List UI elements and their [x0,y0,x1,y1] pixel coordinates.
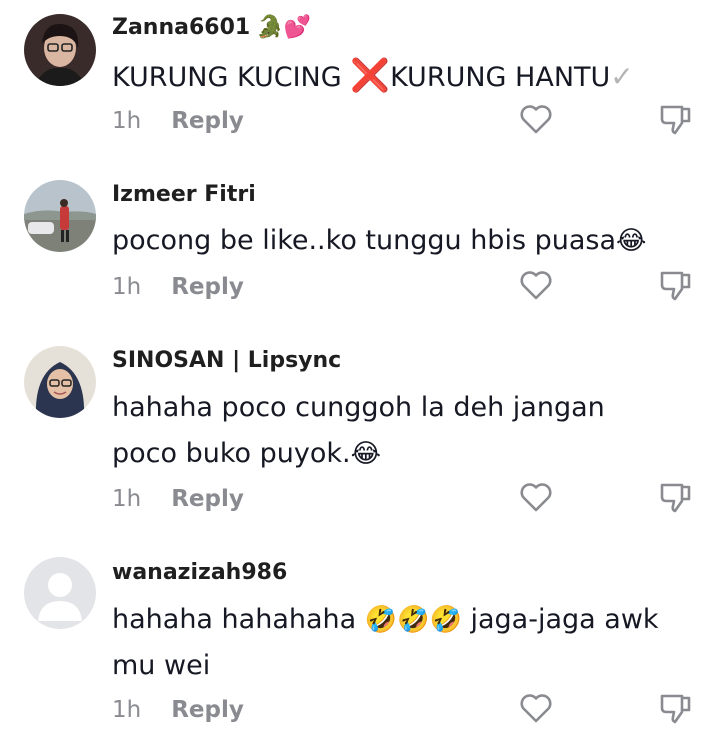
comment-meta: 1h Reply [112,274,244,300]
username-emoji: 🐊💕 [256,15,311,40]
heart-icon[interactable] [518,690,554,726]
comment-text-line: hahaha poco cunggoh la deh jangan [112,392,605,423]
username[interactable]: Izmeer Fitri [112,182,256,207]
avatar[interactable] [24,14,96,86]
username-text[interactable]: Zanna6601 [112,15,250,40]
comment-meta: 1h Reply [112,108,244,134]
hijab-woman-avatar-image [24,346,96,418]
default-avatar-image [24,557,96,629]
comment-text-part: KURUNG HANTU [390,62,611,93]
reply-button[interactable]: Reply [171,486,244,512]
comment-text-part: pocong be like..ko tunggu hbis puasa [112,225,617,256]
username-text[interactable]: SINOSAN | Lipsync [112,348,341,373]
username[interactable]: SINOSAN | Lipsync [112,348,341,373]
check-mark-emoji: ✓ [610,60,634,93]
laughing-tears-emoji: 😂 [616,226,647,256]
thumbs-down-icon[interactable] [658,267,694,303]
timestamp: 1h [112,697,142,723]
comment-meta: 1h Reply [112,486,244,512]
reply-button[interactable]: Reply [171,697,244,723]
heart-icon[interactable] [518,101,554,137]
comment-text-line: hahaha hahahaha 🤣🤣🤣 jaga-jaga awk [112,597,702,643]
timestamp: 1h [112,274,142,300]
reply-button[interactable]: Reply [171,274,244,300]
heart-icon[interactable] [518,267,554,303]
comment-text: hahaha hahahaha 🤣🤣🤣 jaga-jaga awk mu wei [112,597,702,689]
thumbs-down-icon[interactable] [658,690,694,726]
comment-text-line: poco buko puyok.😂 [112,431,702,477]
username[interactable]: Zanna6601 🐊💕 [112,15,311,40]
thumbs-down-icon[interactable] [658,479,694,515]
rolling-laughing-emoji: 🤣🤣🤣 [364,605,462,635]
comment-meta: 1h Reply [112,697,244,723]
comment-text: pocong be like..ko tunggu hbis puasa😂 [112,218,702,264]
avatar[interactable] [24,557,96,629]
outdoor-person-avatar-image [24,180,96,252]
comment-text-part: jaga-jaga awk [461,604,659,635]
cross-mark-emoji: ❌ [350,56,391,94]
comment-text-line: mu wei [112,650,211,681]
avatar[interactable] [24,180,96,252]
comment-text-part: poco buko puyok. [112,438,351,469]
laughing-tears-emoji: 😂 [350,439,381,469]
comment-text-part: hahaha hahahaha [112,604,365,635]
username[interactable]: wanazizah986 [112,560,287,585]
timestamp: 1h [112,108,142,134]
username-text[interactable]: wanazizah986 [112,560,287,585]
comment-text: hahaha poco cunggoh la deh jangan poco b… [112,385,702,477]
heart-icon[interactable] [518,479,554,515]
thumbs-down-icon[interactable] [658,101,694,137]
username-text[interactable]: Izmeer Fitri [112,182,256,207]
comment-text: KURUNG KUCING ❌KURUNG HANTU✓ [112,52,702,101]
timestamp: 1h [112,486,142,512]
comment-text-part: KURUNG KUCING [112,62,351,93]
woman-glasses-avatar-image [24,14,96,86]
avatar[interactable] [24,346,96,418]
reply-button[interactable]: Reply [171,108,244,134]
